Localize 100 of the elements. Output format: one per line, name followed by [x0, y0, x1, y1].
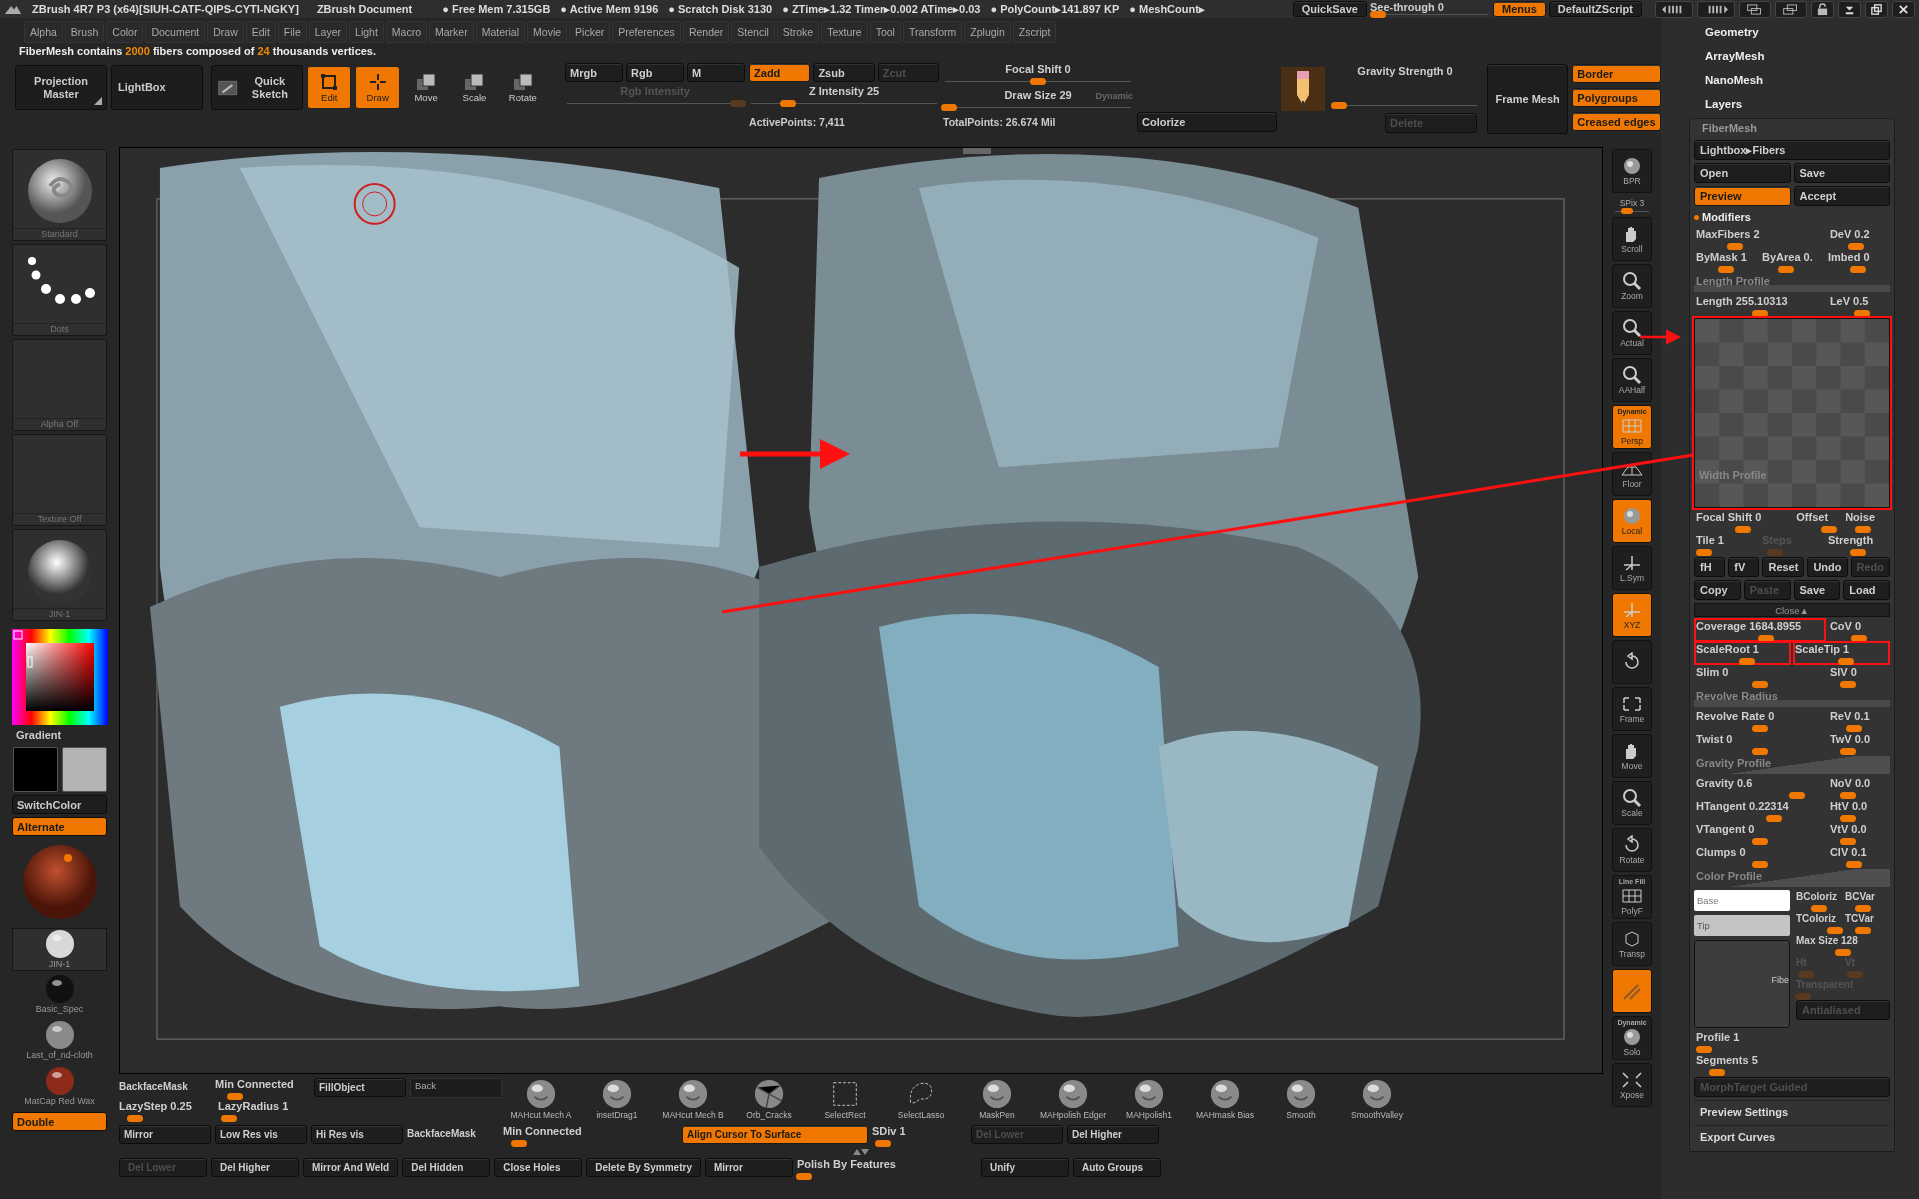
- slider[interactable]: Strength: [1828, 534, 1888, 554]
- command-button[interactable]: Rgb: [626, 63, 685, 82]
- menu-item[interactable]: Movie: [527, 21, 568, 43]
- command-button[interactable]: Lightbox▸Fibers: [1694, 140, 1890, 160]
- view-button[interactable]: Frame: [1612, 687, 1652, 731]
- slider-thumb[interactable]: [1751, 838, 1768, 845]
- material-thumbnail[interactable]: MatCap Red Wax: [12, 1066, 107, 1109]
- slider[interactable]: Focal Shift 0: [943, 63, 1134, 85]
- slider[interactable]: Revolve Rate 0: [1696, 710, 1824, 730]
- brush-thumbnail[interactable]: SelectRect: [809, 1078, 881, 1121]
- slider-thumb[interactable]: [1845, 861, 1862, 868]
- view-button[interactable]: Xpose: [1612, 1063, 1652, 1107]
- brush-thumbnail[interactable]: MaskPen: [961, 1078, 1033, 1121]
- slider[interactable]: Offset: [1796, 511, 1840, 531]
- slider-thumb[interactable]: [1835, 949, 1851, 956]
- slider[interactable]: Segments 5: [1696, 1054, 1888, 1074]
- view-button[interactable]: L.Sym: [1612, 546, 1652, 590]
- slider-thumb[interactable]: [1695, 1046, 1712, 1053]
- palette-button[interactable]: SwitchColor: [12, 795, 107, 814]
- material-thumbnail[interactable]: Basic_Spec: [12, 974, 107, 1017]
- scroll-left-icon[interactable]: [1655, 0, 1693, 18]
- command-button[interactable]: Menus: [1492, 1, 1546, 17]
- slider[interactable]: Tile 1: [1696, 534, 1756, 554]
- slider[interactable]: VtV 0.0: [1829, 823, 1888, 843]
- palette-menu-item[interactable]: Export Curves: [1694, 1125, 1890, 1147]
- command-button[interactable]: QuickSave: [1292, 1, 1367, 17]
- color-swatch[interactable]: [12, 747, 58, 792]
- menu-item[interactable]: Draw: [207, 21, 244, 43]
- command-button[interactable]: Del Higher: [211, 1158, 299, 1177]
- mode-button[interactable]: Scale: [452, 66, 497, 109]
- view-button[interactable]: [1612, 969, 1652, 1013]
- restore-icon[interactable]: [1865, 0, 1888, 18]
- collapse-handle[interactable]: [851, 1148, 871, 1156]
- slider[interactable]: TColoriz: [1796, 912, 1841, 932]
- slider[interactable]: Z Intensity 25: [749, 85, 940, 111]
- view-button[interactable]: SPix 3: [1612, 196, 1652, 214]
- slider-thumb[interactable]: [1821, 526, 1838, 533]
- command-button[interactable]: Polygroups: [1572, 88, 1661, 107]
- slider[interactable]: BCVar: [1845, 890, 1890, 910]
- brush-thumbnail[interactable]: Smooth: [1265, 1078, 1337, 1121]
- profile-bar[interactable]: Revolve Radius: [1694, 689, 1890, 707]
- layout-icon[interactable]: [1739, 0, 1771, 18]
- command-button[interactable]: Copy: [1694, 580, 1741, 600]
- command-button[interactable]: Load: [1843, 580, 1890, 600]
- slider[interactable]: LeV 0.5: [1829, 295, 1888, 315]
- slider-thumb[interactable]: [1855, 905, 1872, 912]
- command-button[interactable]: Del Higher: [1067, 1125, 1159, 1144]
- brush-thumbnail[interactable]: MAHcut Mech B: [657, 1078, 729, 1121]
- menu-item[interactable]: Marker: [429, 21, 474, 43]
- slider-thumb[interactable]: [1751, 681, 1768, 688]
- slider[interactable]: ByMask 1: [1696, 251, 1756, 271]
- slider[interactable]: Coverage 1684.8955: [1696, 620, 1824, 640]
- slider[interactable]: ReV 0.1: [1829, 710, 1888, 730]
- menu-item[interactable]: Stroke: [776, 21, 820, 43]
- slider-thumb[interactable]: [1853, 310, 1870, 317]
- view-button[interactable]: Transp: [1612, 922, 1652, 966]
- view-button[interactable]: AAHalf: [1612, 358, 1652, 402]
- brush-thumbnail[interactable]: SelectLasso: [885, 1078, 957, 1121]
- material-thumbnail[interactable]: Last_of_nd-cloth: [12, 1020, 107, 1063]
- slider-thumb[interactable]: [1030, 78, 1047, 85]
- command-button[interactable]: Delete By Symmetry: [586, 1158, 701, 1177]
- command-button[interactable]: Auto Groups: [1072, 1158, 1161, 1177]
- command-button[interactable]: Save: [1793, 580, 1841, 600]
- slider-thumb[interactable]: [1751, 725, 1768, 732]
- shelf-tile[interactable]: LightBox: [111, 65, 204, 110]
- brush-thumbnail[interactable]: SmoothValley: [1341, 1078, 1413, 1121]
- slider-thumb[interactable]: [1840, 815, 1857, 822]
- view-button[interactable]: Move: [1612, 734, 1652, 778]
- slider-thumb[interactable]: [126, 1115, 143, 1122]
- mode-button[interactable]: Draw: [355, 66, 400, 109]
- slider-thumb[interactable]: [1837, 658, 1854, 665]
- menu-item[interactable]: File: [277, 21, 307, 43]
- slider-thumb[interactable]: [1738, 658, 1755, 665]
- slider[interactable]: DeV 0.2: [1829, 228, 1888, 248]
- slider-thumb[interactable]: [1778, 266, 1795, 273]
- shelf-tile[interactable]: Projection Master: [15, 65, 108, 110]
- brush-thumbnail[interactable]: MAHpolish Edger: [1037, 1078, 1109, 1121]
- command-button[interactable]: FillObject: [314, 1078, 406, 1097]
- brush-thumbnail[interactable]: MAHpolish1: [1113, 1078, 1185, 1121]
- slider-thumb[interactable]: [1330, 102, 1347, 109]
- section-header[interactable]: Modifiers: [1694, 209, 1890, 225]
- slider[interactable]: Clumps 0: [1696, 846, 1824, 866]
- slider[interactable]: SDiv 1: [872, 1125, 967, 1144]
- menu-item[interactable]: Stencil: [731, 21, 775, 43]
- slider-thumb[interactable]: [1840, 681, 1857, 688]
- palette-menu-item[interactable]: Layers: [1661, 92, 1919, 116]
- command-button[interactable]: Unify: [980, 1158, 1069, 1177]
- slider[interactable]: Draw Size 29 Dynamic: [943, 89, 1134, 111]
- slider-thumb[interactable]: [1810, 905, 1827, 912]
- scroll-right-icon[interactable]: [1697, 0, 1735, 18]
- menu-item[interactable]: Zscript: [1012, 21, 1057, 43]
- lock-icon[interactable]: [1811, 0, 1834, 18]
- command-button[interactable]: Border: [1572, 64, 1661, 83]
- command-button[interactable]: Mrgb: [565, 63, 624, 82]
- view-button[interactable]: [1612, 640, 1652, 684]
- command-button[interactable]: Open: [1694, 163, 1791, 183]
- view-button[interactable]: BPR: [1612, 149, 1652, 193]
- slider[interactable]: NoV 0.0: [1829, 777, 1888, 797]
- slider[interactable]: SlV 0: [1829, 666, 1888, 686]
- menu-item[interactable]: Texture: [821, 21, 868, 43]
